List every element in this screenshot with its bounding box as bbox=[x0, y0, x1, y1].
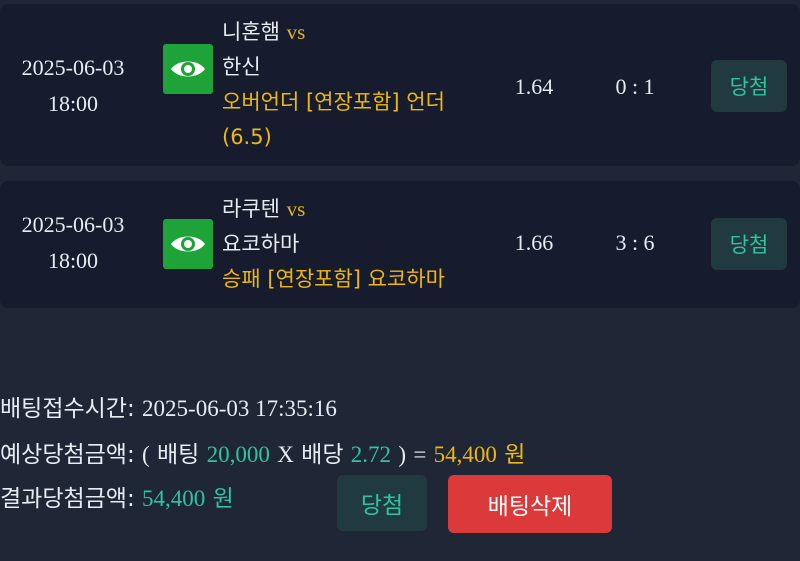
bet-card: 2025-06-03 18:00 니혼햄 vs 한신 오버언더 [연장포함] 언… bbox=[0, 4, 800, 166]
bet-pick-line: (6.5) bbox=[222, 125, 272, 149]
close-paren: ) bbox=[398, 442, 407, 467]
match-time: 18:00 bbox=[47, 91, 99, 116]
times-sign: X bbox=[277, 442, 294, 467]
odds-value: 1.64 bbox=[514, 74, 554, 99]
view-detail-button[interactable] bbox=[163, 219, 213, 269]
status-badge: 당첨 bbox=[711, 60, 787, 112]
match-score: 0 : 1 bbox=[615, 74, 655, 99]
bet-time-row: 배팅접수시간: 2025-06-03 17:35:16 bbox=[0, 394, 337, 424]
bet-time-value: 2025-06-03 17:35:16 bbox=[142, 396, 337, 421]
expected-amount: 54,400 bbox=[433, 442, 497, 467]
eye-icon bbox=[171, 61, 205, 77]
match-time: 18:00 bbox=[47, 248, 99, 273]
result-currency: 원 bbox=[212, 486, 234, 512]
odds-value: 1.66 bbox=[514, 230, 554, 255]
status-badge: 당첨 bbox=[711, 218, 787, 270]
match-info: 니혼햄 vs 한신 오버언더 [연장포함] 언더 (6.5) bbox=[222, 15, 482, 155]
delete-bet-button[interactable]: 배팅삭제 bbox=[448, 475, 612, 533]
result-status-badge: 당첨 bbox=[337, 475, 427, 531]
total-odds: 2.72 bbox=[350, 442, 392, 467]
away-team: 한신 bbox=[222, 55, 261, 79]
bet-card: 2025-06-03 18:00 라쿠텐 vs 요코하마 승패 [연장포함] 요… bbox=[0, 181, 800, 308]
expected-label: 예상당첨금액: bbox=[0, 442, 135, 468]
result-label: 결과당첨금액: bbox=[0, 486, 135, 512]
result-amount: 54,400 bbox=[142, 486, 206, 511]
open-paren: ( bbox=[142, 442, 150, 467]
match-date: 2025-06-03 bbox=[21, 55, 125, 80]
match-datetime: 2025-06-03 18:00 bbox=[0, 50, 146, 122]
result-win-row: 결과당첨금액: 54,400 원 bbox=[0, 484, 234, 514]
home-team: 니혼햄 bbox=[222, 20, 280, 44]
expected-win-row: 예상당첨금액: ( 배팅 20,000 X 배당 2.72 ) = 54,400… bbox=[0, 440, 525, 470]
match-score: 3 : 6 bbox=[615, 230, 655, 255]
odds-label: 배당 bbox=[301, 442, 344, 468]
expected-currency: 원 bbox=[504, 442, 526, 468]
match-date: 2025-06-03 bbox=[21, 212, 125, 237]
equals-sign: = bbox=[413, 442, 427, 467]
match-info: 라쿠텐 vs 요코하마 승패 [연장포함] 요코하마 bbox=[222, 192, 482, 297]
view-detail-button[interactable] bbox=[163, 44, 213, 94]
stake-label: 배팅 bbox=[157, 442, 200, 468]
vs-label: vs bbox=[286, 197, 306, 221]
bet-pick: 오버언더 [연장포함] 언더 bbox=[222, 90, 445, 114]
vs-label: vs bbox=[286, 20, 306, 44]
bet-pick: 승패 [연장포함] 요코하마 bbox=[222, 267, 445, 291]
stake-value: 20,000 bbox=[206, 442, 270, 467]
away-team: 요코하마 bbox=[222, 232, 300, 256]
bet-time-label: 배팅접수시간: bbox=[0, 396, 135, 422]
eye-icon bbox=[171, 236, 205, 252]
home-team: 라쿠텐 bbox=[222, 197, 280, 221]
match-datetime: 2025-06-03 18:00 bbox=[0, 207, 146, 279]
